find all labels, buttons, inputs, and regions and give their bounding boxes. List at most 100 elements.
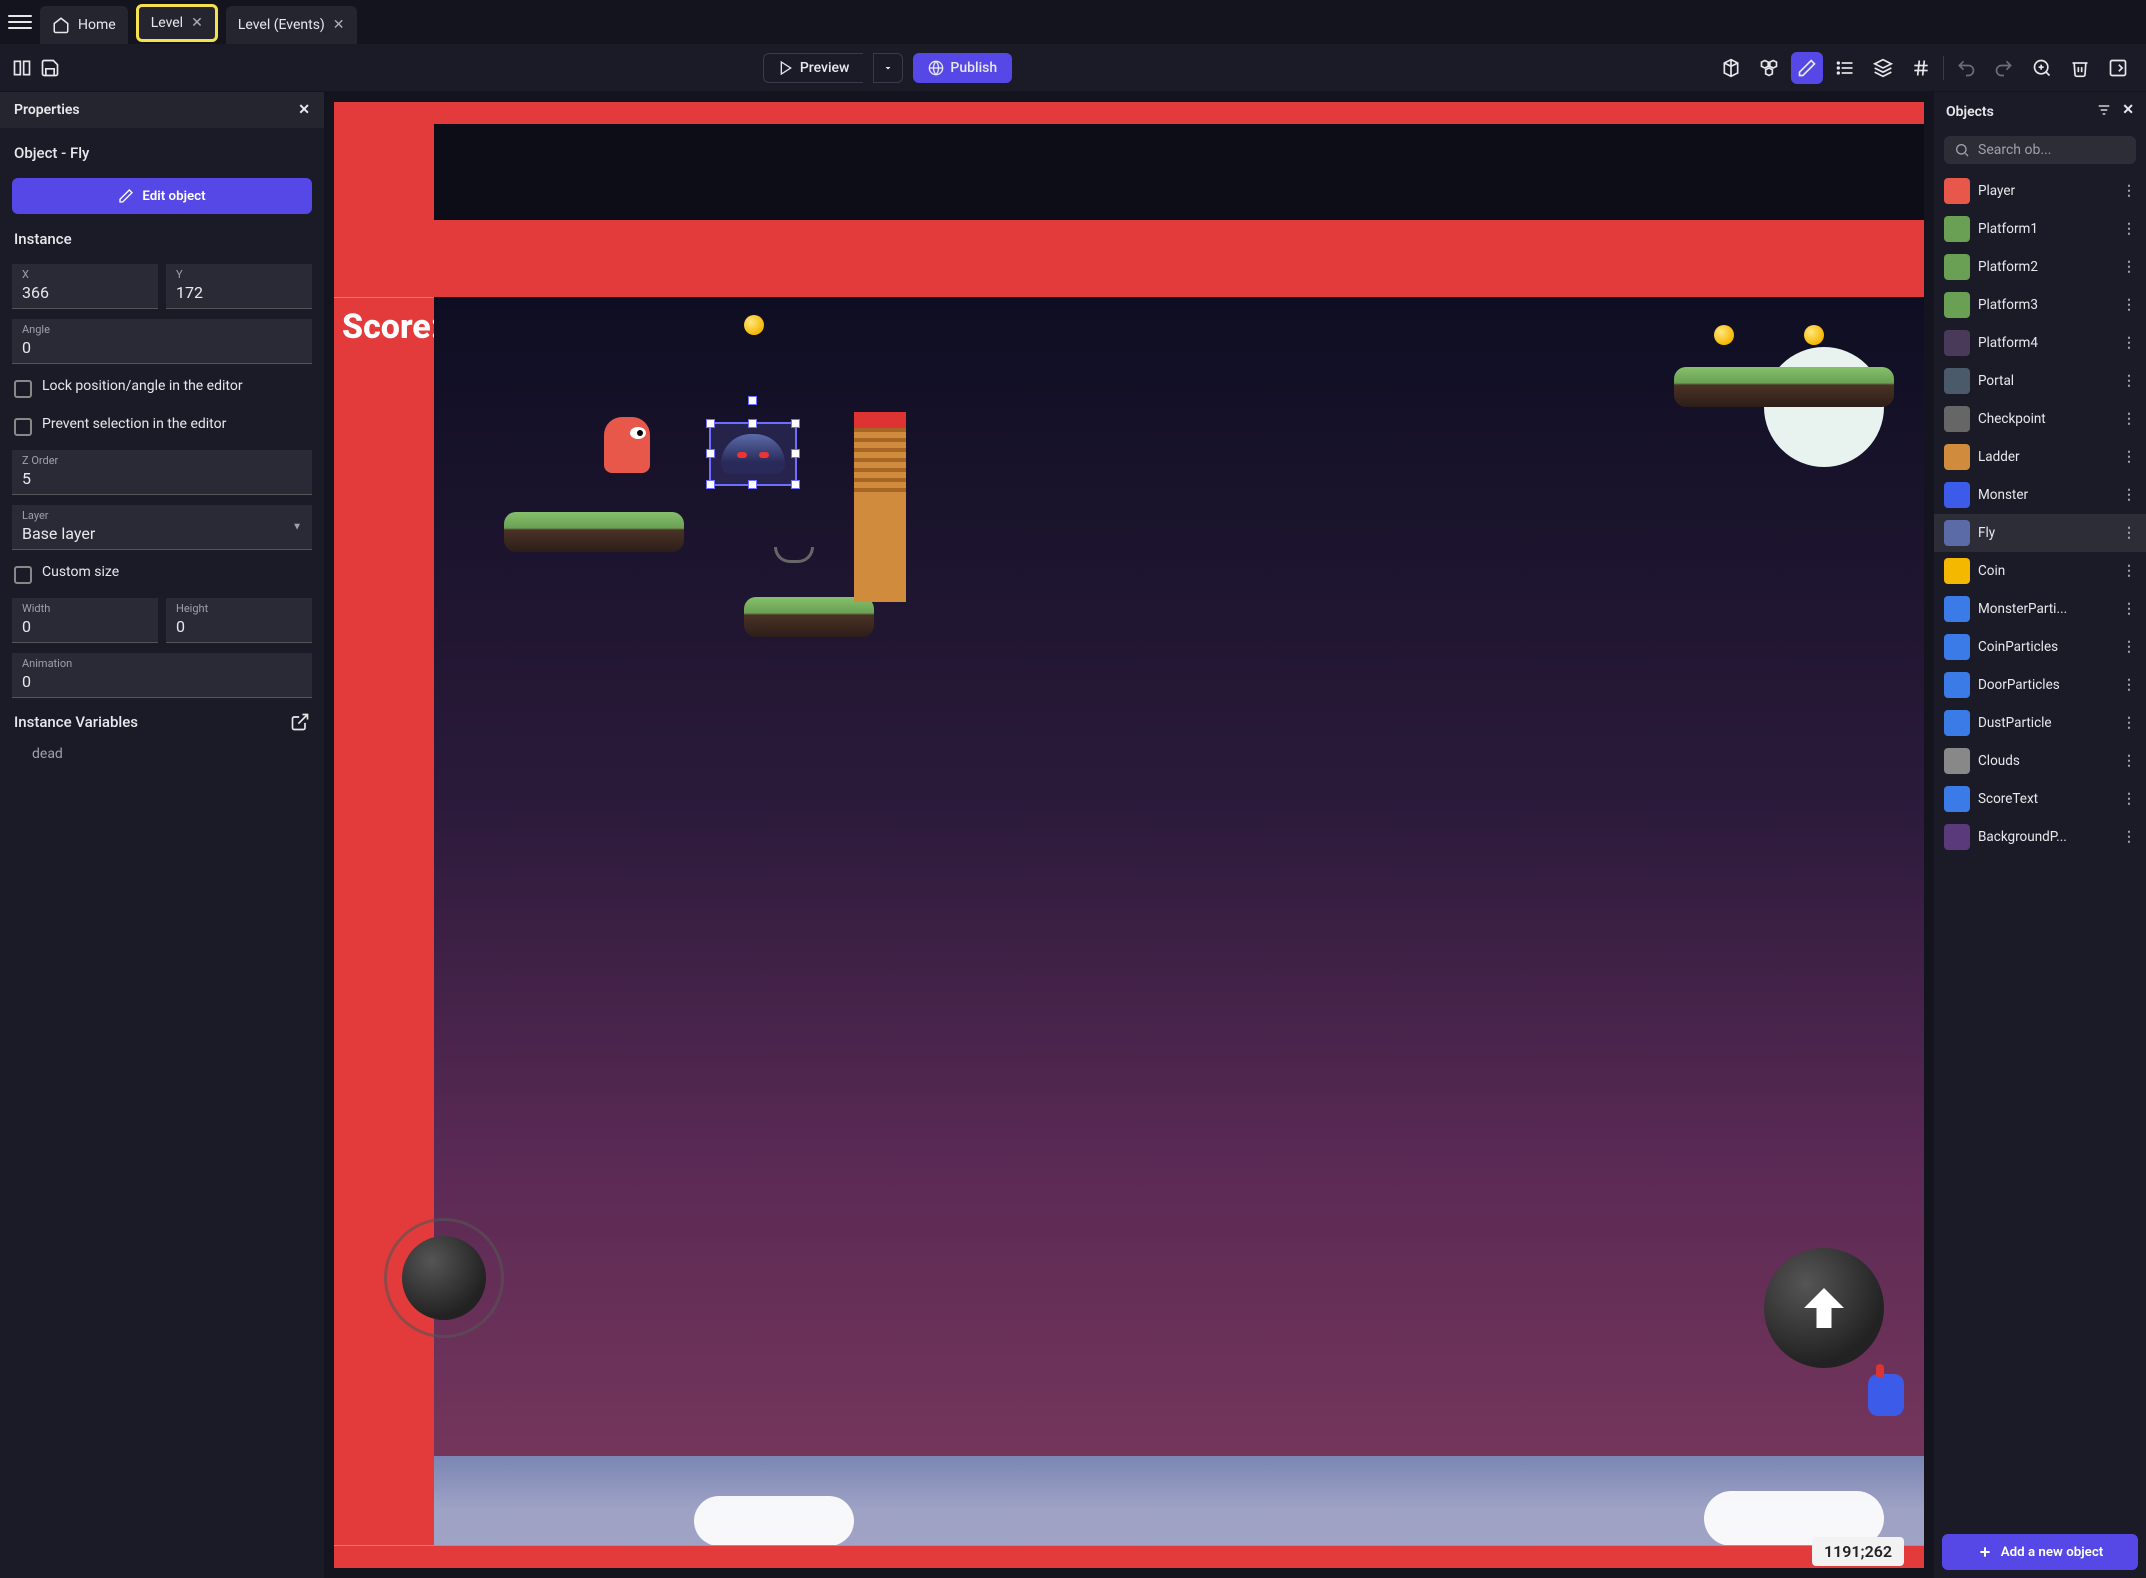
monster-object[interactable] [1868,1374,1904,1416]
y-input[interactable]: Y 172 [166,264,312,309]
panel-toggle-icon[interactable] [12,58,32,78]
publish-button[interactable]: Publish [913,53,1012,83]
kebab-menu-icon[interactable]: ⋮ [2122,411,2136,427]
kebab-menu-icon[interactable]: ⋮ [2122,449,2136,465]
checkpoint-object[interactable] [774,547,814,563]
list-icon[interactable] [1829,52,1861,84]
kebab-menu-icon[interactable]: ⋮ [2122,753,2136,769]
close-icon[interactable]: ✕ [191,15,203,31]
preview-button[interactable]: Preview [763,53,864,83]
object-item-fly[interactable]: Fly⋮ [1934,514,2146,552]
edit-icon[interactable] [1791,52,1823,84]
tab-level-events[interactable]: Level (Events) ✕ [226,6,357,44]
object-item-dustparticle[interactable]: DustParticle⋮ [1934,704,2146,742]
layer-value: Base layer [22,522,302,543]
tab-level[interactable]: Level ✕ [136,4,218,42]
coin-object[interactable] [1804,325,1824,345]
fly-object-selected[interactable] [709,422,797,486]
object-item-coin[interactable]: Coin⋮ [1934,552,2146,590]
open-external-icon[interactable] [290,712,310,732]
instance-variables-header[interactable]: Instance Variables [12,708,312,736]
save-icon[interactable] [40,58,60,78]
object-item-platform2[interactable]: Platform2⋮ [1934,248,2146,286]
layer-select[interactable]: Layer Base layer ▼ [12,505,312,550]
coin-object[interactable] [1714,325,1734,345]
object-icon[interactable] [1715,52,1747,84]
ladder-object[interactable] [854,412,906,602]
kebab-menu-icon[interactable]: ⋮ [2122,677,2136,693]
kebab-menu-icon[interactable]: ⋮ [2122,487,2136,503]
ivar-dead[interactable]: dead [12,746,312,762]
angle-input[interactable]: Angle 0 [12,319,312,364]
layers-icon[interactable] [1867,52,1899,84]
platform-object[interactable] [744,597,874,637]
hamburger-menu-icon[interactable] [8,10,32,34]
kebab-menu-icon[interactable]: ⋮ [2122,829,2136,845]
object-item-player[interactable]: Player⋮ [1934,172,2146,210]
platform-object[interactable] [504,512,684,552]
kebab-menu-icon[interactable]: ⋮ [2122,525,2136,541]
close-icon[interactable]: ✕ [2122,102,2134,122]
checkbox-icon[interactable] [14,566,32,584]
kebab-menu-icon[interactable]: ⋮ [2122,335,2136,351]
object-item-platform4[interactable]: Platform4⋮ [1934,324,2146,362]
close-icon[interactable]: ✕ [298,102,310,118]
player-object[interactable] [604,417,650,473]
checkbox-icon[interactable] [14,380,32,398]
height-input[interactable]: Height 0 [166,598,312,643]
object-item-ladder[interactable]: Ladder⋮ [1934,438,2146,476]
kebab-menu-icon[interactable]: ⋮ [2122,791,2136,807]
object-item-portal[interactable]: Portal⋮ [1934,362,2146,400]
edit-object-button[interactable]: Edit object [12,178,312,214]
platform-object[interactable] [1674,367,1894,407]
moon-object[interactable] [1764,347,1884,467]
settings-icon[interactable] [2102,52,2134,84]
kebab-menu-icon[interactable]: ⋮ [2122,259,2136,275]
lock-checkbox-row[interactable]: Lock position/angle in the editor [12,374,312,402]
object-item-platform3[interactable]: Platform3⋮ [1934,286,2146,324]
grid-icon[interactable] [1905,52,1937,84]
object-item-scoretext[interactable]: ScoreText ⋮ [1934,780,2146,818]
object-item-backgroundp-[interactable]: BackgroundP...⋮ [1934,818,2146,856]
object-item-monsterparti-[interactable]: MonsterParti...⋮ [1934,590,2146,628]
object-item-monster[interactable]: Monster ⋮ [1934,476,2146,514]
object-item-clouds[interactable]: Clouds⋮ [1934,742,2146,780]
filter-icon[interactable] [2096,102,2112,122]
tab-home[interactable]: Home [40,6,128,44]
add-object-button[interactable]: Add a new object [1942,1534,2138,1570]
scene-canvas[interactable]: Score: 0 [324,92,1934,1578]
jump-button[interactable] [1764,1248,1884,1368]
joystick-control[interactable] [384,1218,504,1338]
kebab-menu-icon[interactable]: ⋮ [2122,183,2136,199]
width-input[interactable]: Width 0 [12,598,158,643]
delete-icon[interactable] [2064,52,2096,84]
animation-input[interactable]: Animation 0 [12,653,312,698]
preview-dropdown[interactable] [873,53,903,83]
close-icon[interactable]: ✕ [333,17,345,33]
height-label: Height [176,602,302,615]
kebab-menu-icon[interactable]: ⋮ [2122,221,2136,237]
custom-size-checkbox-row[interactable]: Custom size [12,560,312,588]
object-name: ScoreText [1978,791,2114,807]
kebab-menu-icon[interactable]: ⋮ [2122,563,2136,579]
object-item-doorparticles[interactable]: DoorParticles⋮ [1934,666,2146,704]
x-input[interactable]: X 366 [12,264,158,309]
groups-icon[interactable] [1753,52,1785,84]
zoom-icon[interactable] [2026,52,2058,84]
kebab-menu-icon[interactable]: ⋮ [2122,601,2136,617]
kebab-menu-icon[interactable]: ⋮ [2122,297,2136,313]
coin-object[interactable] [744,315,764,335]
zorder-input[interactable]: Z Order 5 [12,450,312,495]
kebab-menu-icon[interactable]: ⋮ [2122,373,2136,389]
kebab-menu-icon[interactable]: ⋮ [2122,715,2136,731]
object-item-coinparticles[interactable]: CoinParticles⋮ [1934,628,2146,666]
object-name: Monster [1978,487,2114,503]
object-item-platform1[interactable]: Platform1⋮ [1934,210,2146,248]
undo-icon[interactable] [1950,52,1982,84]
checkbox-icon[interactable] [14,418,32,436]
objects-search-input[interactable]: Search ob... [1944,136,2136,164]
redo-icon[interactable] [1988,52,2020,84]
object-item-checkpoint[interactable]: Checkpoint⋮ [1934,400,2146,438]
kebab-menu-icon[interactable]: ⋮ [2122,639,2136,655]
prevent-checkbox-row[interactable]: Prevent selection in the editor [12,412,312,440]
